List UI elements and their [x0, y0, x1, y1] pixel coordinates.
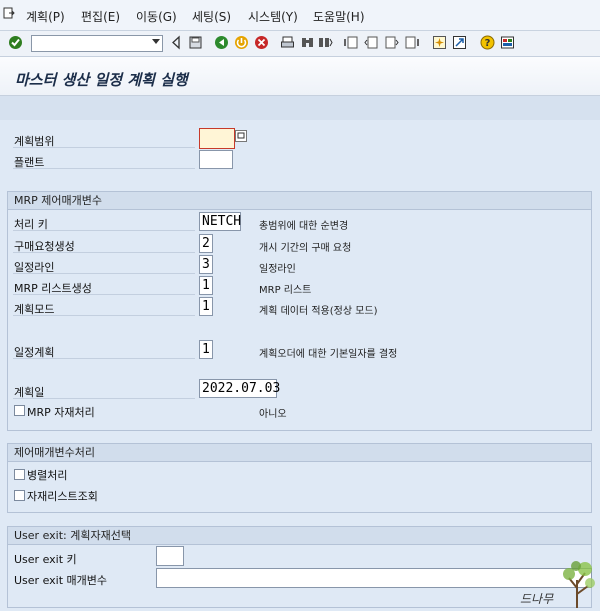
parallel-processing-label: 병렬처리 [27, 469, 68, 482]
create-mrp-list-desc: MRP 리스트 [259, 285, 312, 296]
schedule-lines-value: 3 [202, 257, 210, 272]
processing-key-input[interactable]: NETCH [199, 212, 241, 231]
mrp-material-desc: 아니오 [259, 409, 287, 420]
divider [13, 230, 195, 231]
parallel-processing-checkbox[interactable] [14, 469, 25, 480]
divider [13, 294, 195, 295]
control-params-group-title: 제어매개변수처리 [8, 444, 591, 462]
create-session-icon[interactable] [432, 35, 447, 50]
print-icon[interactable] [280, 35, 295, 50]
create-purreq-desc: 개시 기간의 구매 요청 [259, 243, 352, 254]
planning-scope-input[interactable] [199, 128, 235, 149]
mrp-material-checkbox[interactable] [14, 405, 25, 416]
standard-toolbar: ? [0, 31, 600, 57]
material-list-label: 자재리스트조회 [27, 490, 98, 503]
back-icon[interactable] [169, 35, 184, 50]
find-icon[interactable] [300, 35, 315, 50]
create-purreq-input[interactable]: 2 [199, 234, 213, 253]
planning-date-input[interactable]: 2022.07.03 [199, 379, 281, 398]
user-exit-param-input[interactable] [156, 568, 592, 588]
divider [13, 315, 195, 316]
planning-date-value: 2022.07.03 [202, 381, 281, 396]
save-icon[interactable] [188, 35, 203, 50]
menu-system[interactable]: 시스템(Y) [248, 8, 298, 25]
watermark-text: 드나무 [520, 592, 554, 606]
plant-input[interactable] [199, 150, 233, 169]
layout-icon[interactable] [500, 35, 515, 50]
user-exit-param-label: User exit 매개변수 [14, 574, 107, 587]
svg-text:?: ? [485, 38, 491, 49]
divider [13, 358, 195, 359]
processing-key-desc: 총범위에 대한 순변경 [259, 221, 349, 232]
processing-key-value: NETCH [202, 214, 242, 229]
planning-mode-input[interactable]: 1 [199, 297, 213, 316]
scheduling-desc: 계획오더에 대한 기본일자를 결정 [259, 349, 398, 360]
menu-edit[interactable]: 편집(E) [81, 8, 120, 25]
tree-watermark-logo [563, 561, 595, 608]
next-page-icon[interactable] [384, 35, 399, 50]
divider [13, 398, 195, 399]
create-mrp-list-input[interactable]: 1 [199, 276, 213, 295]
shortcut-icon[interactable] [452, 35, 467, 50]
planning-mode-desc: 계획 데이터 적용(정상 모드) [259, 306, 378, 317]
user-exit-group-title: User exit: 계획자재선택 [8, 527, 591, 545]
user-exit-key-label: User exit 키 [14, 553, 77, 566]
material-list-checkbox[interactable] [14, 490, 25, 501]
user-exit-group: User exit: 계획자재선택 [7, 526, 592, 608]
find-next-icon[interactable] [318, 35, 333, 50]
command-field[interactable] [31, 35, 163, 52]
divider [13, 252, 195, 253]
create-purreq-value: 2 [202, 236, 210, 251]
help-icon[interactable]: ? [480, 35, 495, 50]
menu-bar: 계획(P) 편집(E) 이동(G) 세팅(S) 시스템(Y) 도움말(H) [0, 0, 600, 31]
mrp-material-label: MRP 자재처리 [27, 406, 95, 419]
scheduling-input[interactable]: 1 [199, 340, 213, 359]
menu-plan[interactable]: 계획(P) [26, 8, 65, 25]
divider [13, 147, 195, 148]
title-bar: 마스터 생산 일정 계획 실행 [0, 57, 600, 96]
planning-mode-value: 1 [202, 299, 210, 314]
enter-icon[interactable] [8, 35, 23, 50]
create-mrp-list-value: 1 [202, 278, 210, 293]
application-toolbar [0, 96, 600, 120]
page-title: 마스터 생산 일정 계획 실행 [15, 71, 188, 89]
app-menu-icon[interactable] [3, 7, 15, 19]
last-page-icon[interactable] [404, 35, 419, 50]
menu-settings[interactable]: 세팅(S) [192, 8, 231, 25]
search-help-icon[interactable] [235, 130, 247, 142]
user-exit-key-input[interactable] [156, 546, 184, 566]
first-page-icon[interactable] [344, 35, 359, 50]
back-green-icon[interactable] [214, 35, 229, 50]
prev-page-icon[interactable] [364, 35, 379, 50]
chevron-down-icon[interactable] [152, 39, 160, 44]
schedule-lines-input[interactable]: 3 [199, 255, 213, 274]
scheduling-value: 1 [202, 342, 210, 357]
divider [13, 273, 195, 274]
schedule-lines-desc: 일정라인 [259, 264, 296, 275]
menu-goto[interactable]: 이동(G) [136, 8, 177, 25]
menu-help[interactable]: 도움말(H) [313, 8, 365, 25]
exit-icon[interactable] [234, 35, 249, 50]
divider [13, 168, 195, 169]
cancel-icon[interactable] [254, 35, 269, 50]
mrp-control-group-title: MRP 제어매개변수 [8, 192, 591, 210]
